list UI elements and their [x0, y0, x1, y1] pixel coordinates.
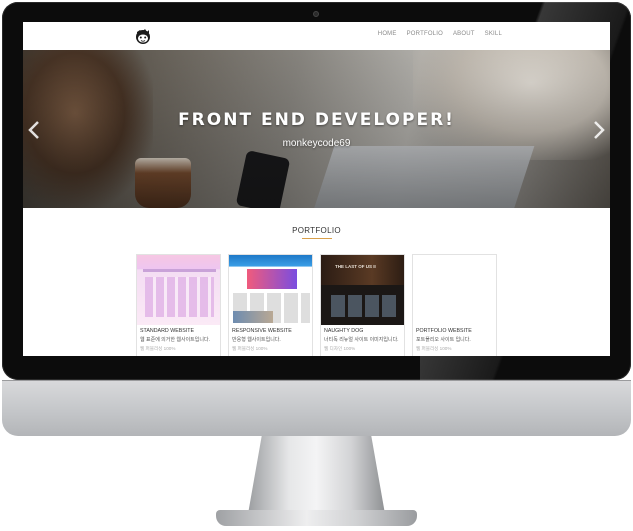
card-meta: 웹 디자인 100% — [324, 346, 356, 351]
website-screen: HOME PORTFOLIO ABOUT SKILL FRONT END DEV… — [23, 22, 610, 356]
thumb-logo-text: THE LAST OF US II — [335, 264, 376, 269]
chevron-left-icon[interactable] — [27, 120, 41, 140]
chevron-right-icon[interactable] — [592, 120, 606, 140]
card-thumbnail — [413, 255, 496, 325]
portfolio-card-responsive[interactable]: RESPONSIVE WEBSITE 반응형 웹사이트입니다. 웹 퍼블리싱 1… — [228, 254, 313, 356]
portfolio-heading: PORTFOLIO — [292, 226, 341, 235]
nav-item-skill[interactable]: SKILL — [485, 31, 502, 37]
monitor-stand — [248, 436, 385, 514]
portfolio-card-naughty-dog[interactable]: THE LAST OF US II NAUGHTY DOG 너티독 리뉴얼 사이… — [320, 254, 405, 356]
card-description: 너티독 리뉴얼 사이트 이미지입니다. — [324, 337, 399, 343]
card-description: 웹 표준에 의거한 웹사이트입니다. — [140, 337, 210, 343]
card-thumbnail — [137, 255, 220, 325]
card-meta: 웹 퍼블리싱 100% — [232, 346, 268, 351]
card-description: 반응형 웹사이트입니다. — [232, 337, 281, 343]
card-title: RESPONSIVE WEBSITE — [232, 328, 292, 334]
hero-slider: FRONT END DEVELOPER! monkeycode69 — [23, 50, 610, 208]
portfolio-card-standard[interactable]: STANDARD WEBSITE 웹 표준에 의거한 웹사이트입니다. 웹 퍼블… — [136, 254, 221, 356]
portfolio-cards: STANDARD WEBSITE 웹 표준에 의거한 웹사이트입니다. 웹 퍼블… — [136, 254, 497, 356]
card-title: PORTFOLIO WEBSITE — [416, 328, 472, 334]
portfolio-card-portfolio[interactable]: PORTFOLIO WEBSITE 포트폴리오 사이트 입니다. 웹 퍼블리싱 … — [412, 254, 497, 356]
card-thumbnail — [229, 255, 312, 325]
card-title: NAUGHTY DOG — [324, 328, 364, 334]
nav-item-portfolio[interactable]: PORTFOLIO — [407, 31, 443, 37]
card-meta: 웹 퍼블리싱 100% — [140, 346, 176, 351]
monitor-chin — [2, 380, 631, 436]
card-title: STANDARD WEBSITE — [140, 328, 195, 334]
camera-icon — [313, 11, 319, 17]
monitor-base — [216, 510, 417, 526]
nav-menu: HOME PORTFOLIO ABOUT SKILL — [378, 31, 502, 37]
top-nav: HOME PORTFOLIO ABOUT SKILL — [23, 22, 610, 50]
card-meta: 웹 퍼블리싱 100% — [416, 346, 452, 351]
nav-item-home[interactable]: HOME — [378, 31, 397, 37]
hero-title: FRONT END DEVELOPER! — [178, 110, 455, 130]
heading-underline — [302, 238, 332, 239]
nav-item-about[interactable]: ABOUT — [453, 31, 475, 37]
monkey-logo-icon[interactable] — [133, 26, 153, 46]
hero-subtitle: monkeycode69 — [282, 138, 351, 149]
imac-mockup: HOME PORTFOLIO ABOUT SKILL FRONT END DEV… — [0, 0, 633, 531]
card-description: 포트폴리오 사이트 입니다. — [416, 337, 471, 343]
card-thumbnail: THE LAST OF US II — [321, 255, 404, 325]
